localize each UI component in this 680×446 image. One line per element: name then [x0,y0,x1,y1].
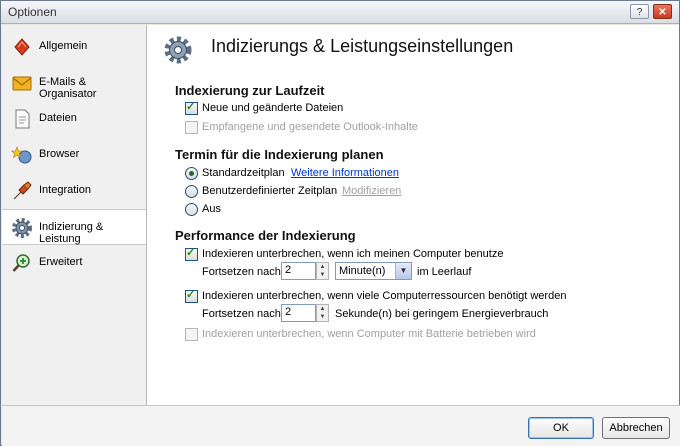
cancel-button[interactable]: Abbrechen [602,417,670,439]
time-unit-value: Minute(n) [339,265,386,277]
resume-label-1: Fortsetzen nach [202,266,281,278]
options-window: Optionen ? ✕ Allgemein E-Mails & Organis… [0,0,680,446]
sidebar-item-emails[interactable]: E-Mails & Organisator [2,65,146,101]
runtime-heading: Indexierung zur Laufzeit [175,83,325,98]
stepper-up-icon[interactable]: ▲ [317,305,328,313]
search-plus-icon [12,254,30,272]
sidebar-item-label: Allgemein [39,40,88,52]
check-icon: ✓ [186,289,196,301]
settings-panel: Indizierungs & Leistungseinstellungen In… [147,25,679,405]
resume-label-2: Fortsetzen nach [202,308,281,320]
pause-resources-checkbox[interactable]: ✓ [185,289,198,303]
new-files-checkbox[interactable]: ✓ [185,101,198,115]
stepper-buttons[interactable]: ▲ ▼ [316,262,329,280]
stepper-up-icon[interactable]: ▲ [317,263,328,271]
page-title: Indizierungs & Leistungseinstellungen [211,36,514,56]
sidebar-item-label: Erweitert [39,256,83,268]
more-info-link[interactable]: Weitere Informationen [291,167,399,179]
sidebar-item-label: Indizierung & Leistung [39,221,104,245]
check-icon: ✓ [186,247,196,259]
sidebar-item-browser[interactable]: Browser [2,137,146,173]
sidebar-item-indizierung[interactable]: Indizierung & Leistung [2,209,146,245]
dialog-footer: OK Abbrechen [2,405,680,446]
performance-heading: Performance der Indexierung [175,228,356,243]
schedule-heading: Termin für die Indexierung planen [175,147,384,162]
close-button[interactable]: ✕ [653,4,672,19]
modify-link: Modifizieren [342,185,402,197]
chevron-down-icon[interactable]: ▼ [395,263,411,279]
sidebar: Allgemein E-Mails & Organisator Dateien … [2,25,147,405]
check-icon: ✓ [186,101,196,113]
gear-icon [12,218,32,238]
outlook-checkbox [185,121,198,134]
sidebar-item-erweitert[interactable]: Erweitert [2,245,146,281]
stepper-down-icon[interactable]: ▼ [317,313,328,321]
off-schedule-radio[interactable] [185,203,198,216]
radio-selected-dot [189,171,194,176]
new-files-label: Neue und geänderte Dateien [202,102,344,114]
browser-icon [11,146,32,164]
battery-checkbox [185,328,198,341]
gear-icon [164,36,192,64]
pause-use-label: Indexieren unterbrechen, wenn ich meinen… [202,248,504,260]
custom-schedule-radio[interactable] [185,185,198,198]
custom-schedule-label: Benutzerdefinierter Zeitplan [202,185,338,197]
mail-icon [12,76,32,91]
title-bar[interactable]: Optionen ? ✕ [1,1,679,24]
resume-seconds-input[interactable]: 2 [281,304,316,322]
resume-minutes-input[interactable]: 2 [281,262,316,280]
sidebar-item-allgemein[interactable]: Allgemein [2,29,146,65]
seconds-label: Sekunde(n) bei geringem Energieverbrauch [335,308,549,320]
help-button[interactable]: ? [630,4,649,19]
outlook-label: Empfangene und gesendete Outlook-Inhalte [202,121,418,133]
stepper-buttons[interactable]: ▲ ▼ [316,304,329,322]
integration-icon [13,181,32,200]
pause-use-checkbox[interactable]: ✓ [185,247,198,261]
window-title: Optionen [8,5,57,19]
battery-label: Indexieren unterbrechen, wenn Computer m… [202,328,536,340]
sidebar-item-label: Browser [39,148,80,160]
sidebar-item-integration[interactable]: Integration [2,173,146,209]
sidebar-item-dateien[interactable]: Dateien [2,101,146,137]
sidebar-item-label: Dateien [39,112,77,124]
off-schedule-label: Aus [202,203,221,215]
standard-schedule-label: Standardzeitplan [202,167,285,179]
sidebar-item-label: E-Mails & Organisator [39,76,97,100]
general-icon [14,38,30,56]
standard-schedule-radio[interactable] [185,167,198,180]
stepper-down-icon[interactable]: ▼ [317,271,328,279]
time-unit-select[interactable]: Minute(n) ▼ [335,262,412,280]
pause-resources-label: Indexieren unterbrechen, wenn viele Comp… [202,290,567,302]
ok-button[interactable]: OK [528,417,594,439]
idle-label: im Leerlauf [417,266,472,278]
sidebar-item-label: Integration [39,184,91,196]
file-icon [15,109,30,129]
